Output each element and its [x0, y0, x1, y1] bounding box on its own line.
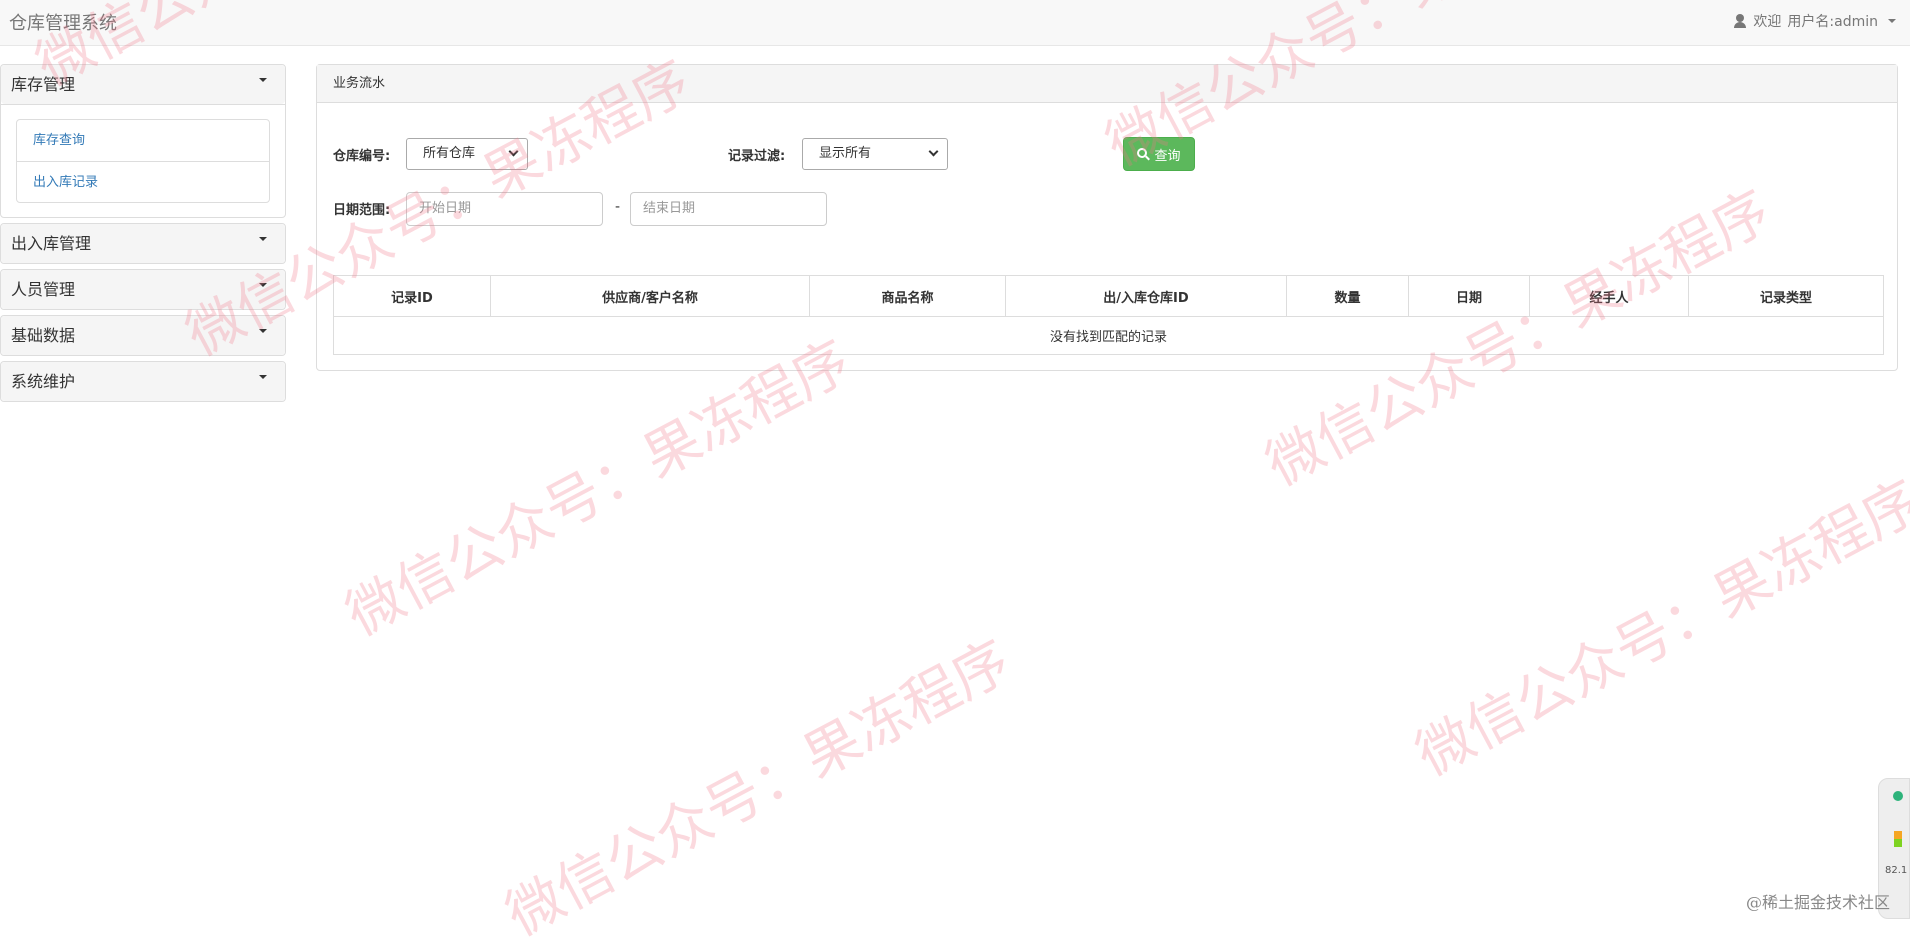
status-dot-icon	[1893, 791, 1903, 801]
user-icon	[1733, 14, 1747, 28]
brand-title[interactable]: 仓库管理系统	[9, 9, 117, 35]
source-watermark: @稀土掘金技术社区	[1746, 889, 1890, 913]
column-header-goods-name[interactable]: 商品名称	[810, 276, 1006, 317]
warehouse-select[interactable]: 所有仓库	[406, 138, 528, 170]
column-header-partner-name[interactable]: 供应商/客户名称	[491, 276, 810, 317]
sidebar-list: 库存查询 出入库记录	[16, 119, 270, 203]
column-header-date[interactable]: 日期	[1409, 276, 1530, 317]
sidebar-group-body: 库存查询 出入库记录	[1, 104, 285, 217]
sidebar-group-staff: 人员管理	[0, 269, 286, 310]
start-date-input[interactable]: 开始日期	[406, 192, 603, 226]
chevron-down-icon	[259, 237, 267, 241]
column-header-quantity[interactable]: 数量	[1287, 276, 1409, 317]
chevron-down-icon	[929, 147, 939, 157]
sidebar-group-title: 基础数据	[11, 326, 75, 345]
empty-table-message: 没有找到匹配的记录	[334, 317, 1884, 355]
table-header-row: 记录ID 供应商/客户名称 商品名称 出/入库仓库ID 数量 日期 经手人 记录…	[334, 276, 1884, 317]
sidebar-group-header-staff[interactable]: 人员管理	[1, 270, 285, 309]
sidebar-group-inventory: 库存管理 库存查询 出入库记录	[0, 64, 286, 218]
record-filter-select-value: 显示所有	[819, 146, 871, 161]
widget-value: 82.1	[1885, 865, 1907, 876]
panel-title: 业务流水	[317, 65, 1897, 103]
column-header-warehouse-id[interactable]: 出/入库仓库ID	[1006, 276, 1287, 317]
watermark-text: 微信公众号：果冻程序	[1400, 457, 1910, 791]
sidebar-group-title: 出入库管理	[11, 234, 91, 253]
query-button[interactable]: 查询	[1123, 137, 1195, 171]
chevron-down-icon	[1888, 19, 1896, 23]
date-separator: -	[615, 199, 620, 215]
sidebar-group-title: 人员管理	[11, 280, 75, 299]
column-header-record-type[interactable]: 记录类型	[1689, 276, 1884, 317]
query-button-label: 查询	[1154, 145, 1180, 164]
record-filter-select[interactable]: 显示所有	[802, 138, 948, 170]
user-menu[interactable]: 欢迎 用户名:admin	[1733, 11, 1896, 31]
meter-icon	[1894, 831, 1902, 839]
sidebar-group-basic-data: 基础数据	[0, 315, 286, 356]
chevron-down-icon	[259, 283, 267, 287]
sidebar-group-header-inventory[interactable]: 库存管理	[1, 65, 285, 104]
sidebar-group-header-basic-data[interactable]: 基础数据	[1, 316, 285, 355]
column-header-record-id[interactable]: 记录ID	[334, 276, 491, 317]
warehouse-label: 仓库编号:	[333, 145, 390, 164]
end-date-input[interactable]: 结束日期	[630, 192, 827, 226]
welcome-text: 欢迎	[1753, 11, 1781, 31]
sidebar-group-header-stock-io[interactable]: 出入库管理	[1, 224, 285, 263]
warehouse-select-value: 所有仓库	[423, 146, 475, 161]
records-table: 记录ID 供应商/客户名称 商品名称 出/入库仓库ID 数量 日期 经手人 记录…	[333, 275, 1884, 355]
column-header-handler[interactable]: 经手人	[1530, 276, 1689, 317]
search-icon	[1137, 148, 1150, 161]
meter-icon	[1894, 839, 1902, 847]
sidebar-group-title: 系统维护	[11, 372, 75, 391]
username-text[interactable]: 用户名:admin	[1787, 11, 1878, 31]
table-row: 没有找到匹配的记录	[334, 317, 1884, 355]
chevron-down-icon	[259, 329, 267, 333]
watermark-text: 微信公众号：果冻程序	[490, 617, 1022, 951]
sidebar-item-inventory-query[interactable]: 库存查询	[17, 120, 269, 161]
sidebar: 库存管理 库存查询 出入库记录 出入库管理 人员管理 基础数据 系统维护	[0, 64, 286, 407]
record-filter-label: 记录过滤:	[728, 145, 785, 164]
main-panel: 业务流水 仓库编号: 所有仓库 记录过滤: 显示所有 查询 日期范围: 开始日期…	[316, 64, 1898, 371]
chevron-down-icon	[259, 78, 267, 82]
chevron-down-icon	[259, 375, 267, 379]
chevron-down-icon	[509, 147, 519, 157]
sidebar-item-stock-records[interactable]: 出入库记录	[17, 161, 269, 202]
sidebar-group-title: 库存管理	[11, 75, 75, 94]
top-navbar: 仓库管理系统 欢迎 用户名:admin	[0, 0, 1910, 46]
sidebar-group-stock-io: 出入库管理	[0, 223, 286, 264]
sidebar-group-header-system[interactable]: 系统维护	[1, 362, 285, 401]
sidebar-group-system: 系统维护	[0, 361, 286, 402]
date-range-label: 日期范围:	[333, 199, 390, 218]
